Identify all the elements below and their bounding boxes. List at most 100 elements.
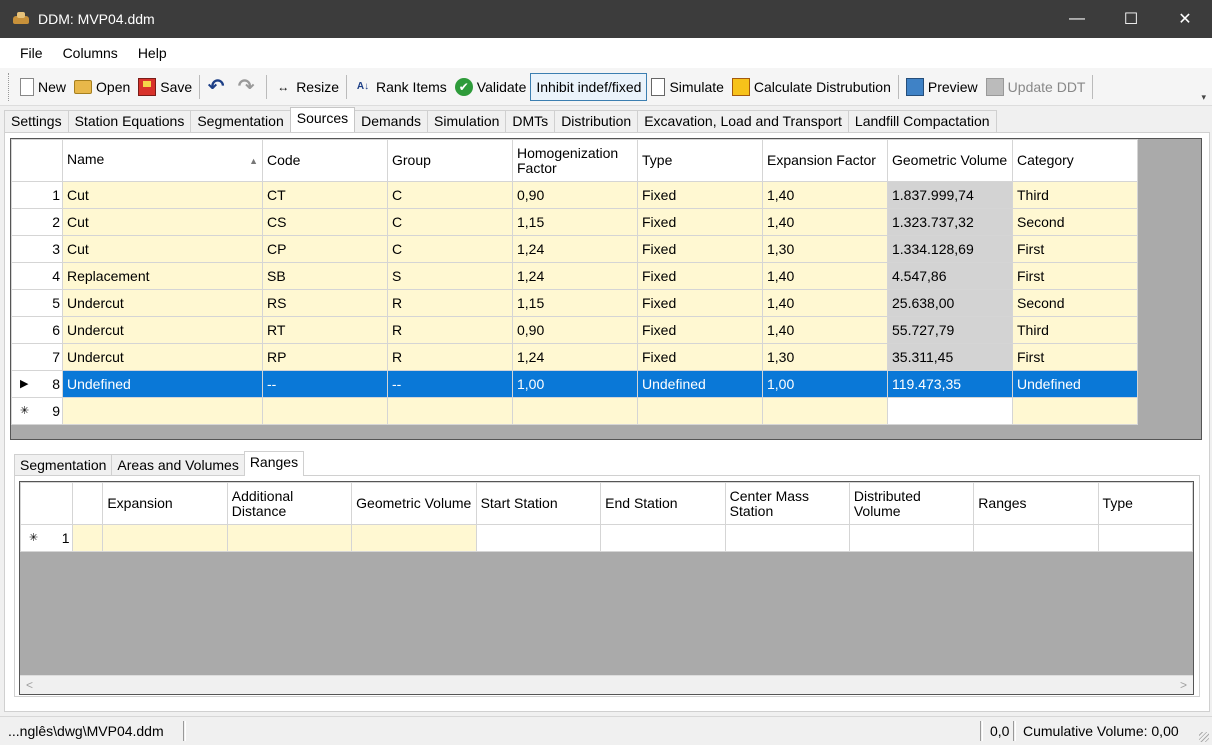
table-cell[interactable] xyxy=(475,524,602,552)
table-cell[interactable]: 0,90 xyxy=(512,181,638,209)
table-cell[interactable] xyxy=(351,524,477,552)
table-cell[interactable]: 119.473,35 xyxy=(887,370,1013,398)
table-cell[interactable]: 1,30 xyxy=(762,235,888,263)
table-cell[interactable]: Undefined xyxy=(637,370,763,398)
table-cell[interactable]: CS xyxy=(262,208,388,236)
toolbar-grip[interactable] xyxy=(8,72,12,101)
table-cell[interactable]: 4.547,86 xyxy=(887,262,1013,290)
table-cell[interactable]: Fixed xyxy=(637,343,763,371)
table-cell[interactable]: -- xyxy=(387,370,513,398)
table-cell[interactable]: 1,40 xyxy=(762,181,888,209)
table-cell[interactable]: 1,40 xyxy=(762,289,888,317)
table-cell[interactable]: Second xyxy=(1012,208,1138,236)
table-cell[interactable]: 1.323.737,32 xyxy=(887,208,1013,236)
simulate-button[interactable]: Simulate xyxy=(647,73,727,101)
table-cell[interactable]: R xyxy=(387,343,513,371)
table-cell[interactable]: 55.727,79 xyxy=(887,316,1013,344)
table-cell[interactable]: S xyxy=(387,262,513,290)
horizontal-scrollbar[interactable]: < > xyxy=(20,675,1193,694)
tab-dmts[interactable]: DMTs xyxy=(505,110,556,132)
preview-button[interactable]: Preview xyxy=(902,73,982,101)
table-cell[interactable]: First xyxy=(1012,262,1138,290)
tab-landfill-compactation[interactable]: Landfill Compactation xyxy=(847,110,997,132)
table-cell[interactable]: Fixed xyxy=(637,181,763,209)
row-header[interactable]: 4 xyxy=(11,262,63,290)
table-cell[interactable]: 1,24 xyxy=(512,262,638,290)
tab-excavation-load-transport[interactable]: Excavation, Load and Transport xyxy=(637,110,849,132)
redo-button[interactable]: ↷ xyxy=(233,73,263,101)
tab-ranges[interactable]: Ranges xyxy=(243,451,305,476)
tab-simulation[interactable]: Simulation xyxy=(427,110,507,132)
close-button[interactable]: ✕ xyxy=(1158,0,1212,38)
column-header-group[interactable]: Group xyxy=(387,139,513,182)
table-row[interactable]: 5 Undercut RS R 1,15 Fixed 1,40 25.638,00 Second xyxy=(11,289,1138,317)
column-header-distributed-volume[interactable]: Distributed Volume xyxy=(848,482,975,525)
resize-button[interactable]: ↔ Resize xyxy=(270,73,343,101)
column-header-category[interactable]: Category xyxy=(1012,139,1138,182)
column-header-end-station[interactable]: End Station xyxy=(600,482,726,525)
tab-sources[interactable]: Sources xyxy=(289,107,356,132)
table-cell[interactable]: Cut xyxy=(62,208,263,236)
table-row[interactable]: 2 Cut CS C 1,15 Fixed 1,40 1.323.737,32 Second xyxy=(11,208,1138,236)
menu-file[interactable]: File xyxy=(10,45,53,61)
table-cell[interactable]: Replacement xyxy=(62,262,263,290)
table-row[interactable]: ▶ 8 Undefined -- -- 1,00 Undefined 1,00 119.473,… xyxy=(11,370,1138,398)
validate-button[interactable]: ✔ Validate xyxy=(451,73,531,101)
table-row[interactable]: 3 Cut CP C 1,24 Fixed 1,30 1.334.128,69 First xyxy=(11,235,1138,263)
menu-columns[interactable]: Columns xyxy=(53,45,128,61)
table-cell[interactable]: SB xyxy=(262,262,388,290)
tab-settings[interactable]: Settings xyxy=(4,110,69,132)
table-cell[interactable] xyxy=(512,397,638,425)
tab-station-equations[interactable]: Station Equations xyxy=(67,110,192,132)
inhibit-indef-fixed-button[interactable]: Inhibit indef/fixed xyxy=(530,72,648,101)
table-cell[interactable]: Second xyxy=(1012,289,1138,317)
sources-grid[interactable]: Name ▲ Code Group Homogenization Factor T… xyxy=(10,138,1202,440)
new-button[interactable]: New xyxy=(16,73,70,101)
table-cell[interactable]: C xyxy=(387,208,513,236)
table-cell[interactable]: RS xyxy=(262,289,388,317)
table-cell[interactable] xyxy=(724,524,850,552)
tab-demands[interactable]: Demands xyxy=(354,110,429,132)
row-header[interactable]: ✳ 9 xyxy=(11,397,63,425)
table-cell[interactable]: C xyxy=(387,235,513,263)
row-header[interactable]: ▶ 8 xyxy=(11,370,63,398)
table-cell[interactable]: 1,15 xyxy=(512,208,638,236)
column-header-name[interactable]: Name ▲ xyxy=(62,139,263,182)
table-cell[interactable]: Fixed xyxy=(637,289,763,317)
row-header[interactable]: 3 xyxy=(11,235,63,263)
row-header[interactable]: 2 xyxy=(11,208,63,236)
table-cell[interactable]: 0,90 xyxy=(512,316,638,344)
minimize-button[interactable]: — xyxy=(1050,0,1104,38)
table-cell[interactable] xyxy=(71,524,104,552)
table-cell[interactable] xyxy=(62,397,263,425)
table-cell[interactable]: R xyxy=(387,289,513,317)
table-cell[interactable]: 1.837.999,74 xyxy=(887,181,1013,209)
row-header[interactable]: 7 xyxy=(11,343,63,371)
rank-items-button[interactable]: A↓ Rank Items xyxy=(350,73,451,101)
row-header[interactable]: ✳ 1 xyxy=(20,524,73,552)
table-cell[interactable]: 1,30 xyxy=(762,343,888,371)
table-cell[interactable]: 35.311,45 xyxy=(887,343,1013,371)
column-header-homogenization-factor[interactable]: Homogenization Factor xyxy=(512,139,638,182)
scroll-left-icon[interactable]: < xyxy=(26,678,33,692)
column-header-expansion[interactable]: Expansion xyxy=(102,482,228,525)
table-cell[interactable]: Undefined xyxy=(62,370,263,398)
table-cell[interactable] xyxy=(973,524,1099,552)
column-header-additional-distance[interactable]: Additional Distance xyxy=(226,482,353,525)
table-cell[interactable]: CT xyxy=(262,181,388,209)
table-cell[interactable] xyxy=(600,524,726,552)
table-cell[interactable]: RP xyxy=(262,343,388,371)
scroll-right-icon[interactable]: > xyxy=(1180,678,1187,692)
tab-areas-and-volumes[interactable]: Areas and Volumes xyxy=(111,454,245,476)
table-row[interactable]: 1 Cut CT C 0,90 Fixed 1,40 1.837.999,74 Third xyxy=(11,181,1138,209)
table-cell[interactable]: Undercut xyxy=(62,289,263,317)
table-cell[interactable]: 1,40 xyxy=(762,316,888,344)
table-cell[interactable]: 1,00 xyxy=(762,370,888,398)
column-header-start-station[interactable]: Start Station xyxy=(475,482,602,525)
table-cell[interactable]: Undercut xyxy=(62,316,263,344)
table-cell[interactable]: Fixed xyxy=(637,235,763,263)
column-header-geometric-volume[interactable]: Geometric Volume xyxy=(351,482,477,525)
table-cell[interactable] xyxy=(1097,524,1193,552)
table-cell[interactable] xyxy=(1012,397,1138,425)
column-header-code[interactable]: Code xyxy=(262,139,388,182)
